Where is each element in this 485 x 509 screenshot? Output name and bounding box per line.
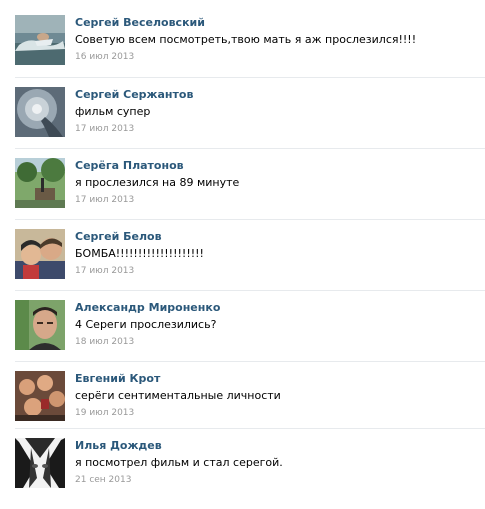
avatar-man-portrait-image [15,300,65,350]
avatar-park-image [15,158,65,208]
comment-text: БОМБА!!!!!!!!!!!!!!!!!!!! [75,247,204,260]
comment-divider [15,361,485,362]
comment-author[interactable]: Евгений Крот [75,372,160,385]
comment-author[interactable]: Сергей Сержантов [75,88,193,101]
avatar[interactable] [15,300,65,350]
comment-divider [15,428,485,429]
avatar[interactable] [15,158,65,208]
comment-item: Илья Дождев я посмотрел фильм и стал сер… [15,428,485,509]
comment-author[interactable]: Серёга Платонов [75,159,184,172]
comment-divider [15,148,485,149]
comment-divider [15,290,485,291]
comment-date[interactable]: 17 июл 2013 [75,124,134,134]
comment-item: Евгений Крот серёги сентиментальные личн… [15,361,485,442]
comment-author[interactable]: Сергей Белов [75,230,162,243]
comment-date[interactable]: 16 июл 2013 [75,52,134,62]
comment-date[interactable]: 18 июл 2013 [75,337,134,347]
comment-date[interactable]: 19 июл 2013 [75,408,134,418]
avatar-father-son-image [15,229,65,279]
avatar-anime-image [15,438,65,488]
avatar[interactable] [15,229,65,279]
comment-divider [15,219,485,220]
comment-author[interactable]: Александр Мироненко [75,301,220,314]
comment-text: я прослезился на 89 минуте [75,176,240,189]
comment-text: серёги сентиментальные личности [75,389,281,402]
avatar[interactable] [15,87,65,137]
avatar[interactable] [15,438,65,488]
comment-text: фильм супер [75,105,151,118]
comment-date[interactable]: 17 июл 2013 [75,266,134,276]
comment-text: 4 Сереги прослезились? [75,318,217,331]
comment-author[interactable]: Сергей Веселовский [75,16,205,29]
comment-text: я посмотрел фильм и стал серегой. [75,456,283,469]
comment-item: Сергей Веселовский Советую всем посмотре… [15,15,485,86]
comment-date[interactable]: 21 сен 2013 [75,475,131,485]
avatar[interactable] [15,371,65,421]
avatar-tunnel-image [15,87,65,137]
comment-text: Советую всем посмотреть,твою мать я аж п… [75,33,417,46]
comment-date[interactable]: 17 июл 2013 [75,195,134,205]
comment-author[interactable]: Илья Дождев [75,439,162,452]
avatar-group-image [15,371,65,421]
avatar-swimmer-image [15,15,65,65]
comment-divider [15,77,485,78]
avatar[interactable] [15,15,65,65]
